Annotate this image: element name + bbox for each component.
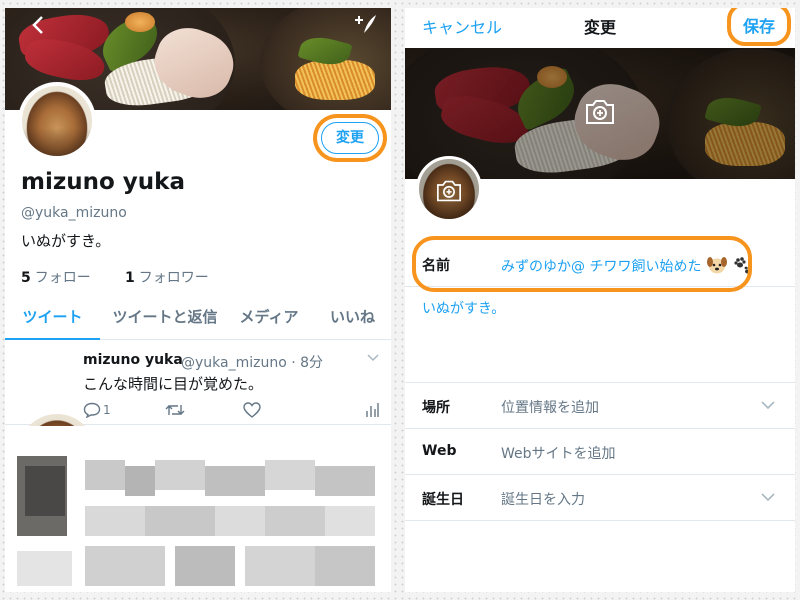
camera-plus-icon[interactable] — [584, 98, 616, 130]
followers-number: 1 — [125, 270, 135, 286]
profile-screen: 変更 mizuno yuka @yuka_mizuno いぬがすき。 5 フォロー… — [5, 8, 391, 592]
bio-field[interactable]: いぬがすき。 — [405, 290, 795, 383]
tab-tweets-and-replies[interactable]: ツイートと返信 — [105, 294, 225, 340]
user-handle: @yuka_mizuno — [21, 205, 127, 221]
display-name: mizuno yuka — [21, 169, 185, 195]
name-highlight — [412, 236, 752, 292]
reply-button[interactable]: 1 — [83, 402, 111, 420]
profile-avatar[interactable] — [18, 82, 96, 160]
avatar-editor[interactable] — [416, 156, 482, 222]
save-button[interactable]: 保存 — [743, 13, 775, 37]
followers-label: フォロワー — [138, 270, 209, 286]
edit-profile-screen: キャンセル 変更 保存 名前 みずのゆか@ チワワ飼い始めた いぬがすき。 場所… — [405, 8, 795, 592]
heart-icon — [243, 402, 261, 418]
like-button[interactable] — [243, 402, 261, 420]
tweet-meta: @yuka_mizuno · 8分 — [181, 355, 324, 371]
following-number: 5 — [21, 270, 31, 286]
back-icon[interactable] — [31, 15, 45, 40]
tab-tweets[interactable]: ツイート — [5, 294, 100, 340]
tweet-text: こんな時間に目が覚めた。 — [83, 375, 264, 393]
chevron-down-icon[interactable] — [761, 487, 775, 506]
retweet-icon — [165, 405, 185, 415]
compose-tweet-icon[interactable] — [352, 13, 378, 40]
camera-plus-icon — [435, 179, 463, 207]
profile-tabs: ツイート ツイートと返信 メディア いいね — [5, 294, 391, 340]
bio-input[interactable]: いぬがすき。 — [422, 298, 505, 318]
website-field-row[interactable]: Web Webサイトを追加 — [405, 429, 795, 475]
birthday-label: 誕生日 — [422, 492, 464, 508]
followers-count[interactable]: 1 フォロワー — [125, 267, 209, 287]
chevron-down-icon[interactable] — [367, 350, 379, 366]
blurred-content — [5, 426, 391, 592]
analytics-icon — [366, 403, 379, 417]
analytics-button[interactable] — [365, 402, 379, 420]
tweet-actions: 1 — [83, 402, 383, 420]
birthday-input[interactable]: 誕生日を入力 — [501, 489, 585, 509]
following-count[interactable]: 5 フォロー — [21, 267, 91, 287]
website-label: Web — [422, 443, 457, 459]
retweet-button[interactable] — [165, 402, 185, 420]
tweet-author-name: mizuno yuka — [83, 352, 183, 368]
following-label: フォロー — [34, 270, 91, 286]
profile-bio: いぬがすき。 — [21, 232, 111, 250]
website-input[interactable]: Webサイトを追加 — [501, 443, 616, 463]
tab-media[interactable]: メディア — [233, 294, 305, 340]
tweet-item[interactable]: mizuno yuka @yuka_mizuno · 8分 こんな時間に目が覚め… — [5, 340, 391, 492]
location-input[interactable]: 位置情報を追加 — [501, 397, 599, 417]
reply-count: 1 — [103, 403, 111, 417]
tab-likes[interactable]: いいね — [320, 294, 385, 340]
edit-profile-button[interactable]: 変更 — [321, 122, 379, 154]
reply-icon — [83, 402, 101, 418]
location-field-row[interactable]: 場所 位置情報を追加 — [405, 383, 795, 429]
edit-top-bar: キャンセル 変更 保存 — [405, 8, 795, 48]
chevron-down-icon[interactable] — [761, 395, 775, 414]
birthday-field-row[interactable]: 誕生日 誕生日を入力 — [405, 475, 795, 521]
location-label: 場所 — [422, 400, 450, 416]
